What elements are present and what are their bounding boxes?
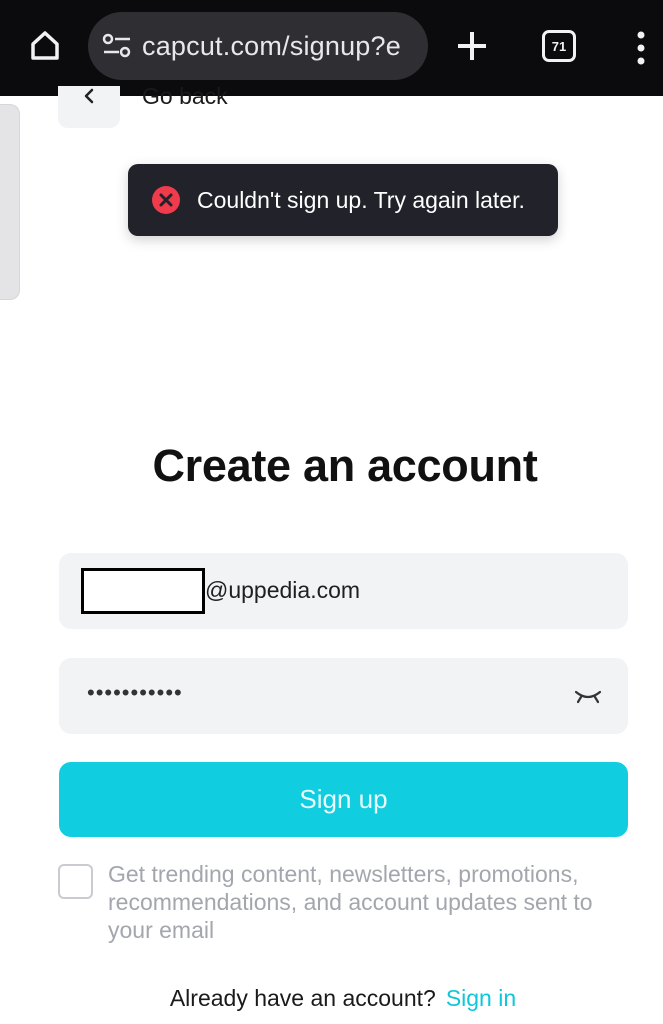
plus-icon[interactable] bbox=[452, 26, 492, 66]
signin-link[interactable]: Sign in bbox=[446, 985, 516, 1011]
back-button[interactable] bbox=[58, 86, 120, 128]
email-field[interactable]: @uppedia.com bbox=[59, 553, 628, 629]
error-icon bbox=[152, 186, 180, 214]
password-value: ••••••••••• bbox=[87, 680, 183, 705]
signup-button[interactable]: Sign up bbox=[59, 762, 628, 837]
eye-closed-icon[interactable] bbox=[573, 684, 603, 706]
side-panel-handle[interactable] bbox=[0, 104, 20, 300]
more-vert-icon[interactable] bbox=[630, 28, 652, 68]
url-text[interactable]: capcut.com/signup?e bbox=[142, 31, 401, 62]
error-toast: Couldn't sign up. Try again later. bbox=[128, 164, 558, 236]
marketing-consent-checkbox[interactable] bbox=[58, 864, 93, 899]
browser-toolbar: capcut.com/signup?e 71 bbox=[0, 0, 663, 96]
tab-switcher-button[interactable]: 71 bbox=[542, 30, 576, 62]
consent-label: Get trending content, newsletters, promo… bbox=[108, 861, 593, 943]
email-value: @uppedia.com bbox=[205, 577, 361, 603]
redaction-box bbox=[81, 568, 205, 614]
toast-message: Couldn't sign up. Try again later. bbox=[197, 187, 525, 213]
home-icon[interactable] bbox=[24, 24, 66, 66]
chevron-left-icon bbox=[84, 88, 94, 104]
password-field[interactable]: ••••••••••• bbox=[59, 658, 628, 734]
back-label[interactable]: Go back bbox=[142, 83, 228, 110]
tab-count: 71 bbox=[551, 38, 567, 54]
page-title: Create an account bbox=[152, 440, 538, 491]
signin-row: Already have an account? Sign in bbox=[0, 985, 663, 1012]
tune-icon[interactable] bbox=[102, 32, 132, 60]
address-bar[interactable]: capcut.com/signup?e bbox=[88, 12, 428, 80]
signin-prompt: Already have an account? bbox=[169, 985, 436, 1011]
